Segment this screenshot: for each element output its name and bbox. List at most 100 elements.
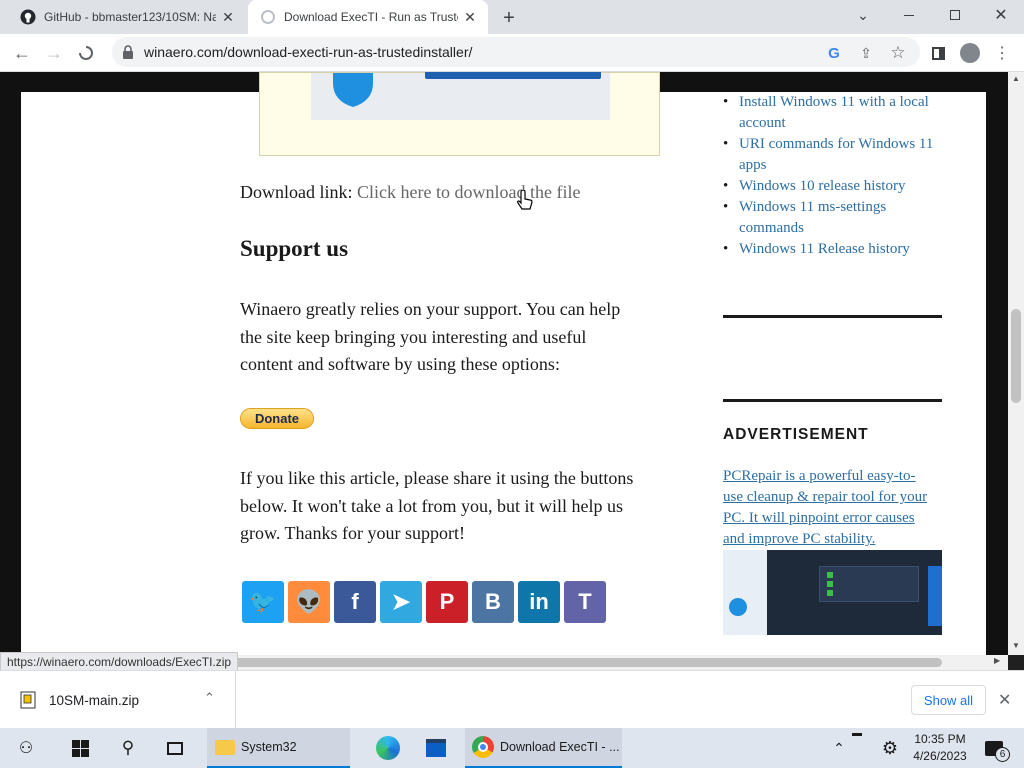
address-bar[interactable]: winaero.com/download-execti-run-as-trust… <box>112 37 920 67</box>
loading-icon <box>261 10 275 24</box>
start-button[interactable] <box>62 728 98 768</box>
screen: GitHub - bbmaster123/10SM: Na ✕ Download… <box>0 0 1024 768</box>
browser-toolbar: ← → winaero.com/download-execti-run-as-t… <box>0 34 1024 72</box>
side-panel-icon[interactable] <box>924 39 952 67</box>
scroll-thumb[interactable] <box>1011 309 1021 403</box>
facebook-icon[interactable]: f <box>334 581 376 623</box>
tab-title: Download ExecTI - Run as Truste <box>284 10 458 24</box>
google-icon[interactable]: G <box>820 39 848 67</box>
vertical-scrollbar[interactable]: ▲ ▼ <box>1008 72 1024 655</box>
reddit-icon[interactable]: 👽 <box>288 581 330 623</box>
donate-button[interactable]: Donate <box>240 408 314 429</box>
chrome-icon <box>472 736 494 758</box>
linkedin-icon[interactable]: in <box>518 581 560 623</box>
outbyte-logo-icon <box>729 598 747 616</box>
teams-icon[interactable]: T <box>564 581 606 623</box>
outbyte-shield-icon <box>333 73 373 107</box>
github-icon <box>20 9 36 25</box>
share-icon[interactable]: ⇪ <box>852 39 880 67</box>
tab-execti[interactable]: Download ExecTI - Run as Truste ✕ <box>248 0 488 34</box>
minimize-button[interactable] <box>886 0 932 30</box>
lock-icon <box>123 45 133 59</box>
back-button[interactable]: ← <box>8 39 36 67</box>
page-viewport: Download link: Click here to download th… <box>0 72 1008 655</box>
network-icon[interactable]: ▬ <box>852 728 872 739</box>
download-file-link[interactable]: Click here to download the file <box>357 182 580 202</box>
app-side-strip <box>928 566 942 626</box>
hand-cursor-icon <box>517 190 533 210</box>
bullet-icon: • <box>723 199 729 215</box>
task-view-icon[interactable] <box>157 728 193 768</box>
restore-button[interactable] <box>932 0 978 30</box>
tab-search-icon[interactable]: ⌄ <box>840 0 886 30</box>
paragraph-line: below. It won't take a lot from you, but… <box>240 495 624 516</box>
taskbar-label: System32 <box>241 740 297 754</box>
close-shelf-icon[interactable]: ✕ <box>998 690 1011 710</box>
taskbar-store[interactable] <box>416 728 456 768</box>
sidebar-link[interactable]: • URI commands for Windows 11 apps <box>723 134 943 176</box>
taskbar-explorer[interactable]: System32 <box>207 728 350 768</box>
action-center-icon[interactable]: 6 <box>980 728 1010 768</box>
pinterest-icon[interactable]: P <box>426 581 468 623</box>
close-window-button[interactable]: ✕ <box>978 0 1024 30</box>
taskbar-edge[interactable] <box>368 728 408 768</box>
search-icon[interactable]: ⚲ <box>110 728 146 768</box>
twitter-icon[interactable]: 🐦 <box>242 581 284 623</box>
bullet-icon: • <box>723 136 729 152</box>
share-paragraph: If you like this article, please share i… <box>240 465 700 548</box>
paragraph-line: Winaero greatly relies on your support. … <box>240 299 621 319</box>
scroll-thumb[interactable] <box>230 658 942 667</box>
scroll-right-arrow[interactable]: ▶ <box>994 656 1000 665</box>
tab-github[interactable]: GitHub - bbmaster123/10SM: Na ✕ <box>8 0 246 34</box>
taskbar-chrome[interactable]: Download ExecTI - ... <box>465 728 622 768</box>
url-text: winaero.com/download-execti-run-as-trust… <box>144 44 473 60</box>
check-indicator <box>827 572 833 578</box>
status-bubble: https://winaero.com/downloads/ExecTI.zip <box>0 652 239 672</box>
telegram-icon[interactable]: ➤ <box>380 581 422 623</box>
outbyte-banner <box>311 72 610 120</box>
windows-logo-icon <box>71 739 89 757</box>
taskbar-label: Download ExecTI - ... <box>500 740 620 754</box>
vk-icon[interactable]: B <box>472 581 514 623</box>
download-label: Download link: <box>240 182 353 202</box>
sidebar-link[interactable]: • Windows 10 release history <box>723 176 943 197</box>
chevron-up-icon[interactable]: ⌃ <box>204 690 215 706</box>
sidebar-link-line: account <box>739 115 786 131</box>
sidebar-link-line: Install Windows 11 with a local <box>739 94 929 110</box>
sidebar-link[interactable]: • Windows 11 Release history <box>723 239 943 260</box>
forward-button[interactable]: → <box>40 39 68 67</box>
system-clock[interactable]: 10:35 PM 4/26/2023 <box>910 731 970 765</box>
article-ad-image[interactable] <box>259 72 660 156</box>
pcrepair-ad-link[interactable]: PCRepair is a powerful easy-to- use clea… <box>723 466 948 550</box>
new-tab-button[interactable]: + <box>498 7 520 29</box>
scroll-down-arrow[interactable]: ▼ <box>1012 641 1020 650</box>
bookmark-star-icon[interactable]: ☆ <box>884 39 912 67</box>
advertisement-heading: ADVERTISEMENT <box>723 426 869 443</box>
paragraph-line: content and software by using these opti… <box>240 354 560 374</box>
close-tab-icon[interactable]: ✕ <box>462 9 478 25</box>
notification-icon: 6 <box>985 740 1010 762</box>
people-icon[interactable]: ⚇ <box>8 728 44 768</box>
stop-loading-button[interactable] <box>72 39 100 67</box>
paragraph-line: grow. Thanks for your support! <box>240 523 465 543</box>
show-hidden-icons-chevron-icon[interactable]: ⌃ <box>826 728 852 768</box>
windows-taskbar: ⚇ ⚲ System32 Download ExecTI - ... ⌃ ▬ ⚙… <box>0 728 1024 768</box>
ad-line: and improve PC stability. <box>723 531 876 547</box>
profile-avatar[interactable] <box>956 39 984 67</box>
tab-strip: GitHub - bbmaster123/10SM: Na ✕ Download… <box>0 0 1024 34</box>
pcrepair-ad-image[interactable] <box>723 550 942 635</box>
show-all-button[interactable]: Show all <box>911 685 986 715</box>
more-menu-icon[interactable]: ⋮ <box>988 39 1016 67</box>
ad-line: PCRepair is a powerful easy-to- <box>723 468 916 484</box>
outbyte-side-logo <box>723 550 767 635</box>
settings-gear-icon[interactable]: ⚙ <box>876 728 904 768</box>
sidebar-link-line: Windows 11 Release history <box>739 241 910 257</box>
bullet-icon: • <box>723 178 729 194</box>
scroll-up-arrow[interactable]: ▲ <box>1012 74 1020 83</box>
edge-icon <box>376 736 400 760</box>
sidebar-link[interactable]: • Windows 11 ms-settings commands <box>723 197 943 239</box>
download-item[interactable]: 10SM-main.zip ⌃ <box>0 671 236 729</box>
sidebar-link[interactable]: • Install Windows 11 with a local account <box>723 92 943 134</box>
tab-title: GitHub - bbmaster123/10SM: Na <box>44 10 216 24</box>
close-tab-icon[interactable]: ✕ <box>220 9 236 25</box>
